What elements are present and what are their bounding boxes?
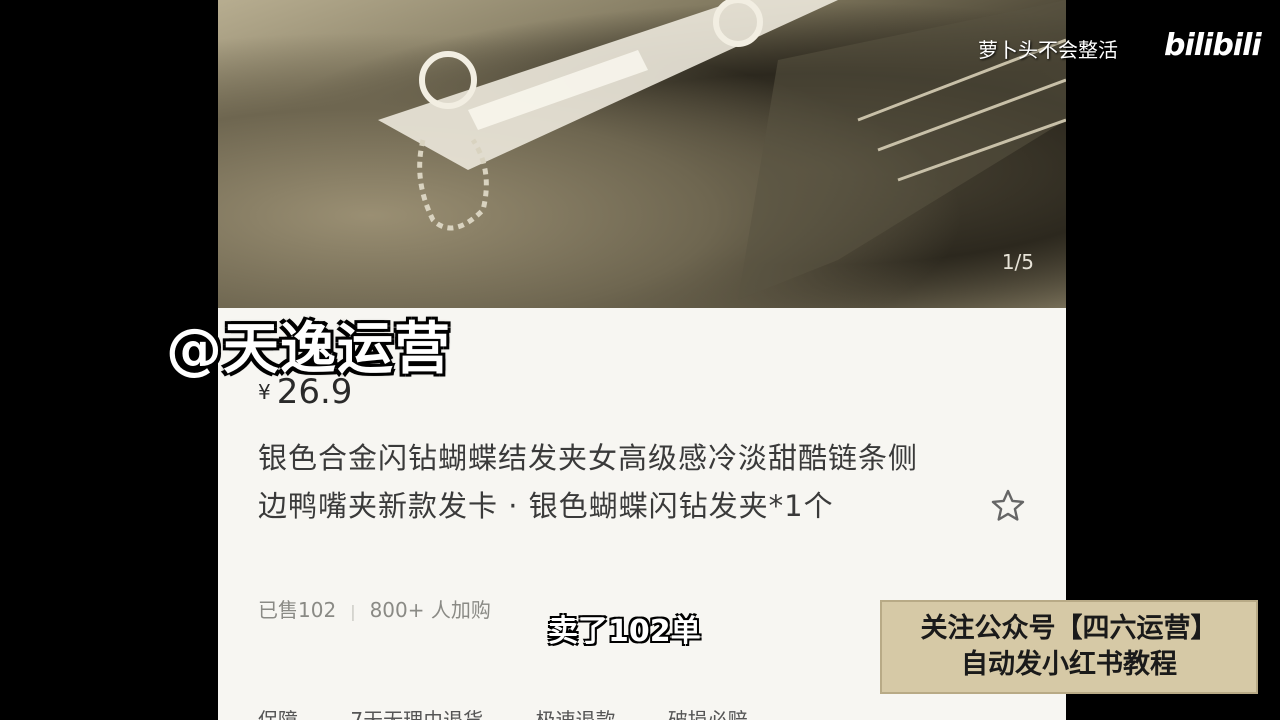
hairclip-illustration [378,0,1066,300]
favorite-star-icon[interactable] [990,488,1026,524]
divider: | [350,602,356,621]
bilibili-logo: bilibili [1164,28,1262,63]
guarantee-row[interactable]: 保障 7天无理由退货 极速退款 破损必赔 [258,704,794,720]
promo-banner: 关注公众号【四六运营】 自动发小红书教程 [880,600,1258,694]
guarantee-item: 破损必赔 [667,708,748,720]
video-subtitle: 卖了102单 [548,614,701,649]
cart-count: 800+ 人加购 [369,598,491,622]
guarantee-item: 极速退款 [535,708,616,720]
promo-line-2: 自动发小红书教程 [961,649,1177,680]
promo-line-1: 关注公众号【四六运营】 [920,613,1218,644]
channel-name: 萝卜头不会整活 [978,38,1118,62]
guarantee-item: 7天无理由退货 [350,708,484,720]
product-title: 银色合金闪钻蝴蝶结发夹女高级感冷淡甜酷链条侧边鸭嘴夹新款发卡 · 银色蝴蝶闪钻发… [258,441,919,523]
sold-count: 已售102 [258,598,337,622]
image-counter: 1/5 [1001,250,1034,274]
guarantee-label: 保障 [258,708,298,720]
author-handle-watermark: @天逸运营 [166,317,451,382]
product-photo[interactable]: 1/5 [218,0,1066,308]
sales-info: 已售102 | 800+ 人加购 [258,594,491,623]
